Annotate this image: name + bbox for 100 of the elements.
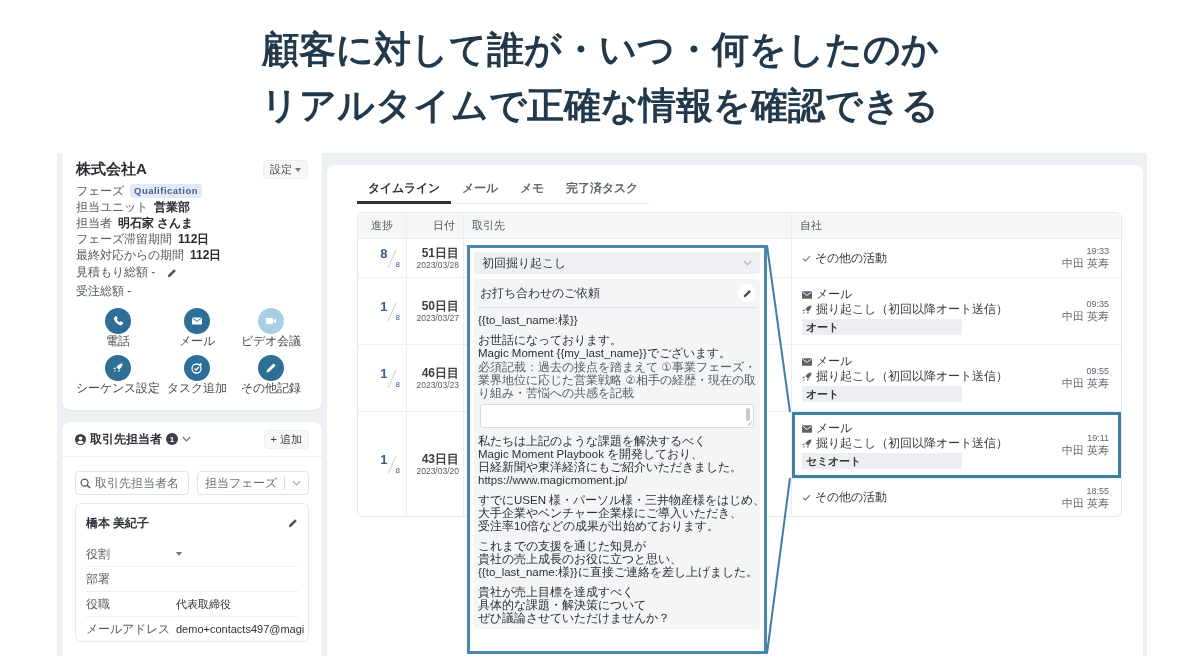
day-count: 43日目 — [421, 451, 459, 466]
scrollbar-thumb[interactable] — [746, 408, 750, 421]
email-subject: お打ち合わせのご依頼 — [480, 284, 600, 302]
field-value: 営業部 — [154, 198, 190, 216]
progress-total: 8 — [395, 313, 400, 323]
mode-tag: オート — [802, 386, 962, 402]
field-value: 明石家 さんま — [118, 214, 194, 232]
amount-text: 受注総額 - — [76, 283, 132, 300]
settings-button[interactable]: 設定 — [263, 160, 308, 179]
column-header: 自社 — [791, 213, 1121, 238]
sequence-name: 掘り起こし（初回以降オート送信） — [816, 302, 1008, 317]
field-label: 役職 — [86, 595, 111, 613]
envelope-icon — [802, 357, 812, 366]
field-label: 担当者 — [76, 214, 112, 232]
other-record-button[interactable]: その他記録 — [241, 355, 301, 396]
progress-total: 8 — [395, 466, 400, 476]
assignee-name: 中田 英寿 — [1061, 377, 1109, 390]
resize-grip-icon[interactable] — [747, 421, 752, 426]
email-text-line: {{to_last_name:様}} — [478, 314, 578, 327]
assignee-name: 中田 英寿 — [1061, 257, 1109, 270]
field-label: フェーズ滞留期間 — [76, 230, 172, 248]
tab[interactable]: 完了済タスク — [555, 177, 649, 204]
add-task-button[interactable]: タスク追加 — [167, 355, 227, 396]
sequence-settings-button[interactable]: シーケンス設定 — [76, 355, 160, 396]
caret-icon[interactable] — [176, 552, 182, 556]
email-text-line: すでにUSEN 様・パーソル様・三井物産様をはじめ、 — [478, 494, 764, 507]
email-text-line: 大手企業やベンチャー企業様にご導入いただき、 — [478, 507, 742, 520]
activity-type: メール — [816, 287, 852, 302]
activity-entry[interactable]: メール 掘り起こし（初回以降オート送信） セミオート 19:11 中田 英寿 — [792, 412, 1121, 478]
chevron-down-icon[interactable] — [182, 436, 191, 442]
tab[interactable]: タイムライン — [357, 177, 451, 204]
check-icon — [802, 254, 811, 262]
activity-type: メール — [816, 421, 852, 436]
assignee-name: 中田 英寿 — [1061, 444, 1109, 457]
field-label: 役割 — [86, 545, 111, 563]
rocket-icon — [802, 371, 812, 382]
pencil-icon[interactable] — [288, 518, 298, 528]
field-value: demo+contacts497@magi — [176, 623, 305, 635]
email-text-line: Magic Moment Playbook を開発しており、 — [478, 448, 704, 461]
pencil-icon — [742, 288, 752, 298]
column-header: 取引先 — [463, 213, 791, 238]
field-label: 担当ユニット — [76, 198, 148, 216]
tab[interactable]: メール — [451, 177, 509, 204]
activity-entry[interactable]: メール 掘り起こし（初回以降オート送信） オート 09:55 中田 英寿 — [792, 345, 1121, 411]
progress-total: 8 — [395, 260, 400, 270]
field-value: 代表取締役 — [176, 596, 232, 612]
check-icon — [802, 494, 811, 501]
rocket-icon — [105, 355, 131, 381]
mode-tag: オート — [802, 319, 962, 335]
activity-type: メール — [816, 354, 852, 369]
activity-entry[interactable]: その他の活動 19:33 中田 英寿 — [792, 239, 1121, 277]
edit-button[interactable] — [738, 284, 756, 302]
pencil-icon[interactable] — [167, 267, 178, 278]
text-area-field[interactable] — [480, 404, 754, 428]
progress-count: 1 — [380, 299, 388, 314]
activity-time: 09:55 — [1086, 366, 1109, 377]
mail-button[interactable]: メール — [179, 308, 215, 349]
email-text-line: これまでの支援を通じた知見が — [478, 540, 646, 553]
email-text-line: 日経新聞や東洋経済にもご紹介いただきました。 — [478, 461, 742, 474]
email-text-line: 貴社の売上成長のお役に立つと思い、 — [478, 553, 682, 566]
activity-time: 19:11 — [1087, 433, 1109, 444]
email-text-line: Magic Moment {{my_last_name}}でございます。 — [478, 347, 731, 360]
caret-icon — [295, 167, 301, 172]
progress-count: 1 — [380, 452, 388, 467]
email-text-line: お世話になっております。 — [478, 334, 622, 347]
activity-date: 2023/03/28 — [416, 259, 459, 271]
day-count: 51日目 — [421, 245, 459, 260]
email-text-line: https://www.magicmoment.jp/ — [478, 474, 628, 487]
assignee-name: 中田 英寿 — [1061, 310, 1109, 323]
call-button[interactable]: 電話 — [105, 308, 131, 349]
tab[interactable]: メモ — [509, 177, 555, 204]
headline: 顧客に対して誰が・いつ・何をしたのか — [261, 28, 939, 72]
activity-date: 2023/03/23 — [416, 379, 459, 391]
field-label: メールアドレス — [86, 620, 171, 638]
field-label: 部署 — [86, 570, 111, 588]
company-name: 株式会社A — [76, 160, 147, 179]
slash-icon — [386, 369, 397, 389]
add-contact-button[interactable]: + 追加 — [263, 429, 309, 449]
activity-entry[interactable]: その他の活動 18:55 中田 英寿 — [792, 478, 1121, 516]
email-text-line: {{to_last_name:様}}に直接ご連絡を差し上げました。 — [478, 566, 758, 579]
progress-total: 8 — [395, 380, 400, 390]
phone-icon — [105, 308, 131, 334]
activity-entry[interactable]: メール 掘り起こし（初回以降オート送信） オート 09:35 中田 英寿 — [792, 278, 1121, 344]
sequence-name: 掘り起こし（初回以降オート送信） — [816, 369, 1008, 384]
phase-filter-select[interactable]: 担当フェーズ — [197, 471, 309, 495]
contact-name: 橋本 美紀子 — [86, 514, 150, 532]
search-field[interactable]: 取引先担当者名 — [75, 471, 189, 495]
chevron-down-icon — [292, 480, 301, 486]
rocket-icon — [802, 304, 812, 315]
video-camera-icon — [258, 308, 284, 334]
slash-icon — [386, 302, 397, 322]
activity-date: 2023/03/27 — [416, 312, 459, 324]
activity-type: その他の活動 — [815, 490, 887, 505]
email-text-line: ぜひ議論させていただけませんか？ — [478, 612, 670, 625]
email-text-line: 貴社が売上目標を達成すべく — [478, 586, 634, 599]
field-label: 最終対応からの期間 — [76, 246, 184, 264]
sequence-dropdown[interactable]: 初回掘り起こし — [474, 252, 760, 274]
email-text-line: 具体的な課題・解決策について — [478, 599, 646, 612]
search-icon — [80, 477, 91, 489]
activity-type: その他の活動 — [815, 250, 887, 266]
